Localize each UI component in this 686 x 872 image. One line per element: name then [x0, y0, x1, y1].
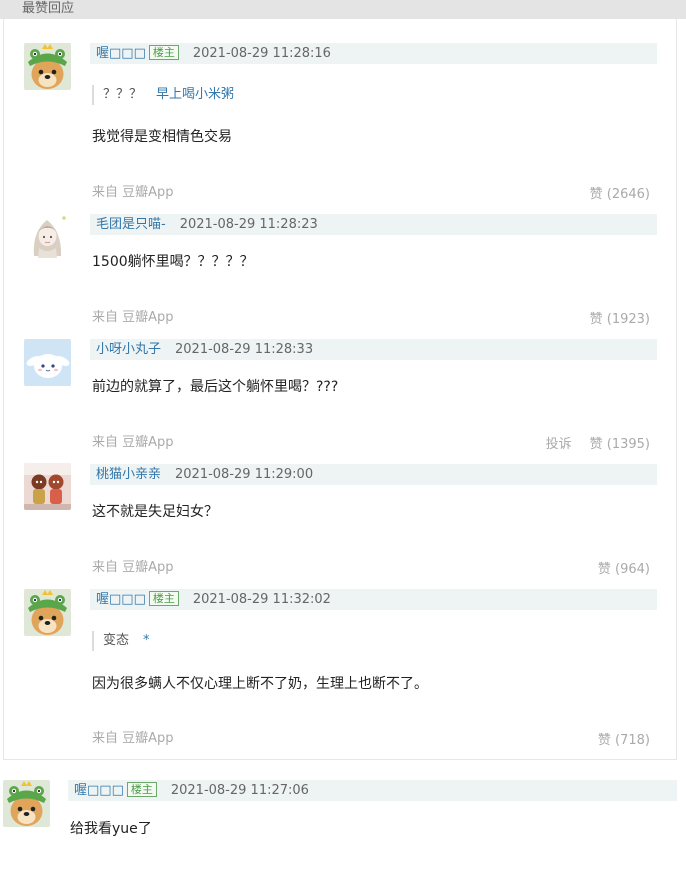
section-title: 最赞回应	[22, 1, 75, 16]
comment-actions: 投诉 赞 (1395)	[546, 436, 650, 454]
report-button[interactable]: 投诉	[546, 437, 572, 452]
comment-source: 来自 豆瓣App	[92, 435, 174, 450]
cinnamoroll-icon[interactable]	[24, 339, 71, 386]
comment-source: 来自 豆瓣App	[92, 731, 174, 746]
comment-actions: 赞 (718)	[598, 732, 650, 750]
comment-time: 2021-08-29 11:28:33	[175, 342, 314, 357]
quote-author-link[interactable]: 早上喝小米粥	[156, 87, 234, 102]
username-link[interactable]: 喔□□□	[96, 46, 146, 61]
dog-frog-hat-icon[interactable]	[3, 780, 50, 827]
anime-girl-sketch-icon[interactable]	[24, 212, 71, 259]
comment-source: 来自 豆瓣App	[92, 560, 174, 575]
comment-actions: 赞 (2646)	[590, 186, 650, 204]
top-comments-panel: 喔□□□ 楼主 2021-08-29 11:28:16 ？？？ 早上喝小米粥 我觉得是…	[3, 19, 677, 760]
username-link[interactable]: 毛团是只喵-	[96, 217, 166, 232]
quote-author-link[interactable]: *	[143, 633, 150, 648]
comment-time: 2021-08-29 11:28:23	[179, 217, 318, 232]
comment-body: 前边的就算了，最后这个躺怀里喝？???	[92, 379, 339, 395]
op-badge: 楼主	[126, 782, 157, 797]
username-link[interactable]: 喔□□□	[96, 592, 146, 607]
comment-meta: 喔□□□ 楼主 2021-08-29 11:32:02	[90, 589, 657, 610]
dog-frog-hat-icon[interactable]	[24, 43, 71, 90]
username-link[interactable]: 喔□□□	[74, 783, 124, 798]
comment-time: 2021-08-29 11:32:02	[192, 592, 331, 607]
dog-frog-hat-icon[interactable]	[24, 589, 71, 636]
comment-body: 1500躺怀里喝？？？？？	[92, 254, 254, 270]
quoted-reply: 变态 *	[92, 631, 150, 651]
username-link[interactable]: 小呀小丸子	[96, 342, 161, 357]
section-header: 最赞回应	[0, 0, 686, 19]
op-badge: 楼主	[148, 591, 179, 606]
comment-meta: 毛团是只喵- 2021-08-29 11:28:23	[90, 214, 657, 235]
comment-actions: 赞 (964)	[598, 561, 650, 579]
comment-meta: 桃猫小亲亲 2021-08-29 11:29:00	[90, 464, 657, 485]
comment-time: 2021-08-29 11:29:00	[175, 467, 314, 482]
op-badge: 楼主	[148, 45, 179, 60]
comment-actions: 赞 (1923)	[590, 311, 650, 329]
like-button[interactable]: 赞 (2646)	[590, 187, 650, 202]
like-button[interactable]: 赞 (964)	[598, 562, 650, 577]
comment-source: 来自 豆瓣App	[92, 185, 174, 200]
comment-meta: 小呀小丸子 2021-08-29 11:28:33	[90, 339, 657, 360]
comment-body: 我觉得是变相情色交易	[92, 129, 232, 145]
comment-time: 2021-08-29 11:28:16	[192, 46, 331, 61]
toy-figures-icon[interactable]	[24, 463, 71, 510]
comment-meta: 喔□□□ 楼主 2021-08-29 11:28:16	[90, 43, 657, 64]
quote-text: 变态	[103, 633, 130, 648]
username-link[interactable]: 桃猫小亲亲	[96, 467, 161, 482]
comment-body: 给我看yue了	[70, 821, 152, 837]
like-button[interactable]: 赞 (718)	[598, 733, 650, 748]
quote-text: ？？？	[103, 87, 143, 102]
comment-body: 这不就是失足妇女？	[92, 504, 218, 520]
comment-meta: 喔□□□ 楼主 2021-08-29 11:27:06	[68, 780, 677, 801]
like-button[interactable]: 赞 (1923)	[590, 312, 650, 327]
comment-source: 来自 豆瓣App	[92, 310, 174, 325]
comment-time: 2021-08-29 11:27:06	[170, 783, 309, 798]
quoted-reply: ？？？ 早上喝小米粥	[92, 85, 234, 105]
comment-body: 因为很多螨人不仅心理上断不了奶，生理上也断不了。	[92, 676, 428, 692]
like-button[interactable]: 赞 (1395)	[590, 437, 650, 452]
